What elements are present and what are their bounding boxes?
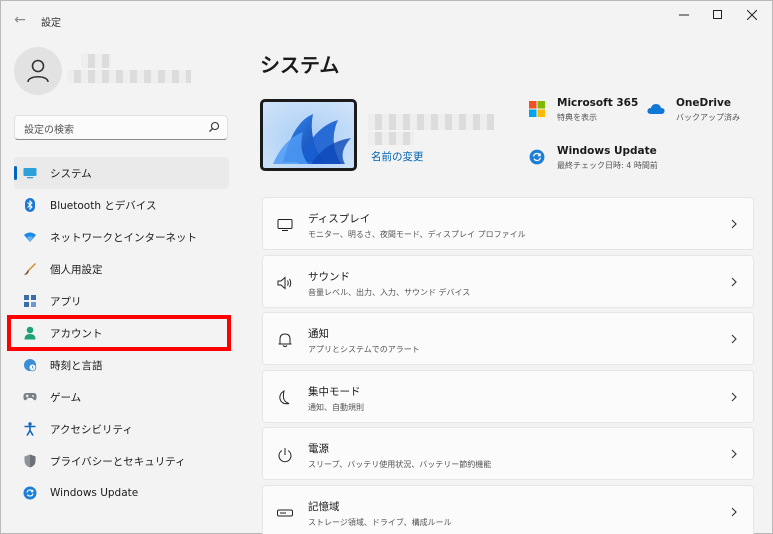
device-wallpaper-thumbnail xyxy=(260,99,357,171)
search-placeholder: 設定の検索 xyxy=(24,125,74,136)
sidebar-item-label: ゲーム xyxy=(50,391,82,404)
sidebar-item-label: 時刻と言語 xyxy=(50,359,103,372)
redacted-user-email xyxy=(67,70,191,83)
settings-card-sound[interactable]: サウンド 音量レベル、出力、入力、サウンド デバイス xyxy=(262,254,754,308)
settings-card-display[interactable]: ディスプレイ モニター、明るさ、夜間モード、ディスプレイ プロファイル xyxy=(262,197,754,250)
card-subtitle: アプリとシステムでのアラート xyxy=(308,345,420,354)
search-icon xyxy=(209,121,220,133)
app-title: 設定 xyxy=(41,18,61,29)
tile-subtitle: 最終チェック日時: 4 時間前 xyxy=(557,161,658,170)
settings-card-notifications[interactable]: 通知 アプリとシステムでのアラート xyxy=(262,312,754,365)
moon-icon xyxy=(276,389,294,407)
power-icon xyxy=(276,446,294,464)
chevron-right-icon xyxy=(731,449,737,459)
bell-icon xyxy=(276,331,294,349)
sidebar-item-time-language[interactable]: 時刻と言語 xyxy=(14,349,229,381)
card-title: 電源 xyxy=(308,443,329,455)
update-icon xyxy=(23,486,37,500)
accessibility-icon xyxy=(23,422,37,436)
shield-icon xyxy=(23,454,37,468)
redacted-device-name xyxy=(368,114,494,130)
chevron-right-icon xyxy=(731,277,737,286)
bluetooth-icon xyxy=(23,198,37,212)
settings-card-focus-assist[interactable]: 集中モード 通知、自動規則 xyxy=(262,369,754,423)
sidebar-item-apps[interactable]: アプリ xyxy=(14,285,229,317)
back-arrow-icon[interactable]: ← xyxy=(11,11,29,29)
minimize-icon xyxy=(679,14,689,16)
highlight-box xyxy=(7,315,231,351)
onedrive-tile[interactable]: OneDrive バックアップ済み xyxy=(647,97,740,123)
card-subtitle: ストレージ領域、ドライブ、構成ルール xyxy=(308,517,452,527)
sidebar-item-label: 個人用設定 xyxy=(50,263,103,276)
card-title: ディスプレイ xyxy=(308,213,371,225)
sidebar-item-label: Bluetooth とデバイス xyxy=(50,199,157,212)
minimize-button[interactable] xyxy=(669,5,699,25)
gamepad-icon xyxy=(23,390,37,404)
card-title: 記憶域 xyxy=(308,500,340,513)
chevron-right-icon xyxy=(731,334,737,344)
sidebar-item-windows-update[interactable]: Windows Update xyxy=(14,477,229,509)
chevron-right-icon xyxy=(731,219,737,229)
microsoft-365-tile[interactable]: Microsoft 365 特典を表示 xyxy=(528,97,638,123)
wifi-icon xyxy=(23,230,37,244)
card-title: 集中モード xyxy=(308,385,361,398)
wallpaper-bloom-image xyxy=(263,102,354,168)
search-input[interactable]: 設定の検索 xyxy=(14,115,228,140)
sidebar-item-label: アプリ xyxy=(50,295,82,308)
windows-update-tile[interactable]: Windows Update 最終チェック日時: 4 時間前 xyxy=(528,145,658,171)
sidebar-item-label: システム xyxy=(50,167,92,180)
user-icon xyxy=(27,59,49,83)
maximize-icon xyxy=(713,10,722,19)
sidebar-item-label: ネットワークとインターネット xyxy=(50,231,197,244)
monitor-icon xyxy=(276,216,294,234)
rename-link[interactable]: 名前の変更 xyxy=(371,149,424,164)
sidebar-item-network[interactable]: ネットワークとインターネット xyxy=(14,221,229,253)
sidebar-item-label: Windows Update xyxy=(50,487,139,499)
monitor-icon xyxy=(23,166,37,180)
tile-title: Windows Update xyxy=(557,145,657,157)
card-title: サウンド xyxy=(308,270,350,283)
tile-title: OneDrive xyxy=(676,97,731,109)
sidebar-item-gaming[interactable]: ゲーム xyxy=(14,381,229,413)
sidebar-item-accessibility[interactable]: アクセシビリティ xyxy=(14,413,229,445)
chevron-right-icon xyxy=(731,507,737,516)
speaker-icon xyxy=(276,274,294,292)
sidebar-item-system[interactable]: システム xyxy=(14,157,229,189)
settings-list: ディスプレイ モニター、明るさ、夜間モード、ディスプレイ プロファイル サウンド… xyxy=(262,197,754,534)
settings-card-storage[interactable]: 記憶域 ストレージ領域、ドライブ、構成ルール xyxy=(262,484,754,534)
storage-drive-icon xyxy=(276,504,294,522)
card-subtitle: 音量レベル、出力、入力、サウンド デバイス xyxy=(308,287,471,297)
apps-icon xyxy=(23,294,37,308)
card-subtitle: モニター、明るさ、夜間モード、ディスプレイ プロファイル xyxy=(308,230,526,239)
globe-clock-icon xyxy=(23,358,37,372)
sidebar-item-label: アクセシビリティ xyxy=(50,423,133,436)
card-title: 通知 xyxy=(308,328,329,340)
brush-icon xyxy=(23,262,37,276)
chevron-right-icon xyxy=(731,392,737,401)
maximize-button[interactable] xyxy=(703,5,733,25)
redacted-user-name xyxy=(81,54,111,68)
card-subtitle: 通知、自動規則 xyxy=(308,402,364,412)
sidebar-item-bluetooth[interactable]: Bluetooth とデバイス xyxy=(14,189,229,221)
update-icon xyxy=(528,148,546,166)
page-title: システム xyxy=(260,53,340,77)
sidebar-item-personalization[interactable]: 個人用設定 xyxy=(14,253,229,285)
sidebar-item-label: プライバシーとセキュリティ xyxy=(50,455,186,468)
tile-subtitle: バックアップ済み xyxy=(676,113,740,122)
settings-card-power[interactable]: 電源 スリープ、バッテリ使用状況、バッテリー節約機能 xyxy=(262,427,754,480)
sidebar-item-privacy-security[interactable]: プライバシーとセキュリティ xyxy=(14,445,229,477)
close-button[interactable] xyxy=(737,5,767,25)
redacted-device-model xyxy=(368,132,414,145)
card-subtitle: スリープ、バッテリ使用状況、バッテリー節約機能 xyxy=(308,460,492,469)
title-bar: ← 設定 xyxy=(1,1,772,37)
microsoft-logo-icon xyxy=(528,100,546,118)
avatar[interactable] xyxy=(14,47,62,95)
tile-subtitle: 特典を表示 xyxy=(557,113,597,122)
close-icon xyxy=(747,10,757,20)
tile-title: Microsoft 365 xyxy=(557,97,639,109)
cloud-icon xyxy=(647,100,665,118)
